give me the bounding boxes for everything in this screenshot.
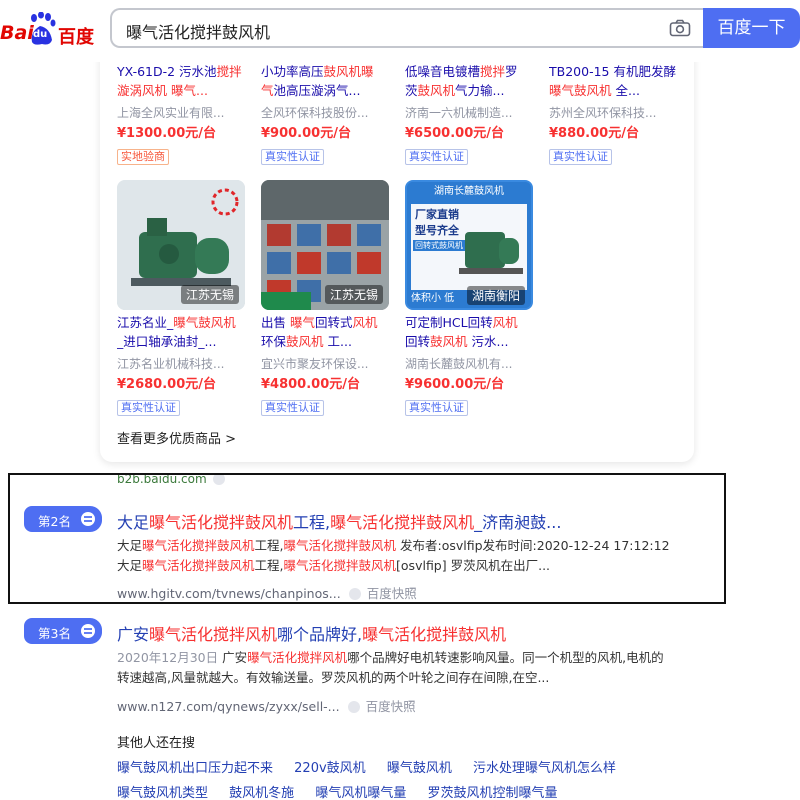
related-row: 曝气鼓风机出口压力起不来 220v鼓风机 曝气鼓风机 污水处理曝气风机怎么样 [117,757,633,776]
result-snippet: 大足曝气活化搅拌鼓风机工程,曝气活化搅拌鼓风机 发布者:osvlfip发布时间:… [117,538,670,553]
product-price: ¥1300.00元/台 [117,126,217,141]
verify-badge: 真实性认证 [117,400,180,416]
search-header: Bai du 百度 曝气活化搅拌鼓风机 百度一下 [0,0,800,62]
product-title[interactable]: 江苏名业_曝气鼓风机 _进口轴承油封_... [117,313,247,353]
verify-badge: 实地验商 [117,149,169,165]
image-text: 厂家直销 [415,208,459,221]
product-company: 上海全风实业有限... [117,106,225,120]
related-row: 曝气鼓风机类型 鼓风机冬施 曝气风机曝气量 罗茨鼓风机控制曝气量 [117,782,574,800]
related-search-link[interactable]: 220v鼓风机 [294,761,366,776]
product-title[interactable]: 出售 曝气回转式风机 环保鼓风机 工... [261,313,391,353]
blower-illustration [459,232,523,274]
product-price: ¥9600.00元/台 [405,377,505,392]
image-text: 回转式鼓风机 [413,240,465,251]
product-item[interactable]: 低噪音电镀槽搅拌罗 茨鼓风机气力输... 济南一六机械制造... ¥6500.00… [405,62,535,165]
product-price: ¥880.00元/台 [549,126,639,141]
product-price: ¥900.00元/台 [261,126,351,141]
product-image[interactable]: 江苏无锡 [117,180,245,310]
product-title[interactable]: TB200-15 有机肥发酵 曝气鼓风机 全... [549,62,679,102]
product-company: 江苏名业机械科技... [117,357,225,371]
product-image[interactable]: 湖南长麓鼓风机 厂家直销 型号齐全 回转式鼓风机 体积小 低 湖南衡阳 [405,180,533,310]
result-url[interactable]: www.hgitv.com/tvnews/chanpinos... 百度快照 [117,583,417,602]
result-url[interactable]: www.n127.com/qynews/zyxx/sell-... 百度快照 [117,696,416,715]
rank-label: 第3名 [38,626,71,641]
related-search-link[interactable]: 鼓风机冬施 [229,786,294,800]
product-company: 全风环保科技股份... [261,106,369,120]
baidu-logo[interactable]: Bai du 百度 [0,10,96,50]
product-item[interactable]: TB200-15 有机肥发酵 曝气鼓风机 全... 苏州全风环保科技... ¥88… [549,62,679,165]
info-icon[interactable] [347,701,360,713]
product-company: 苏州全风环保科技... [549,106,657,120]
related-search-link[interactable]: 罗茨鼓风机控制曝气量 [427,786,557,800]
search-button[interactable]: 百度一下 [703,8,800,48]
location-tag: 江苏无锡 [180,285,239,304]
product-item[interactable]: 小功率高压鼓风机曝 气池高压漩涡气... 全风环保科技股份... ¥900.00元… [261,62,391,165]
product-item[interactable]: 江苏名业_曝气鼓风机 _进口轴承油封_... 江苏名业机械科技... ¥2680.… [117,313,247,416]
snapshot-link[interactable]: 百度快照 [367,586,417,601]
verify-badge: 真实性认证 [405,400,468,416]
product-price: ¥4800.00元/台 [261,377,361,392]
result-title-link[interactable]: 广安曝气活化搅拌风机哪个品牌好,曝气活化搅拌鼓风机 [117,621,506,645]
product-title[interactable]: 低噪音电镀槽搅拌罗 茨鼓风机气力输... [405,62,535,102]
related-searches-title: 其他人还在搜 [117,736,196,751]
camera-icon[interactable] [669,19,691,37]
result-snippet: 2020年12月30日 广安曝气活化搅拌风机哪个品牌好电机转速影响风量。同一个机… [117,650,664,665]
rank-badge: 第3名 [24,617,103,645]
product-company: 湖南长麓鼓风机有... [405,357,513,371]
product-title[interactable]: YX-61D-2 污水池搅拌 漩涡风机 曝气... [117,62,247,102]
page: YX-61D-2 污水池搅拌 漩涡风机 曝气... 上海全风实业有限... ¥13… [0,0,800,800]
verify-badge: 真实性认证 [405,149,468,165]
product-item[interactable]: 出售 曝气回转式风机 环保鼓风机 工... 宜兴市聚友环保设... ¥4800.0… [261,313,391,416]
rank-badge: 第2名 [24,505,103,533]
image-text: 型号齐全 [415,224,459,237]
related-search-link[interactable]: 曝气鼓风机出口压力起不来 [117,761,273,776]
more-products-link[interactable]: 查看更多优质商品 > [117,428,236,447]
snapshot-link[interactable]: 百度快照 [366,699,416,714]
image-banner: 湖南长麓鼓风机 [407,182,531,202]
paw-icon: du [28,11,56,46]
related-search-link[interactable]: 曝气风机曝气量 [315,786,406,800]
product-company: 宜兴市聚友环保设... [261,357,369,371]
verify-badge: 真实性认证 [549,149,612,165]
info-icon[interactable] [348,588,361,600]
location-tag: 江苏无锡 [324,285,383,304]
related-search-link[interactable]: 污水处理曝气风机怎么样 [473,761,616,776]
product-price: ¥2680.00元/台 [117,377,217,392]
search-input[interactable]: 曝气活化搅拌鼓风机 [126,19,270,43]
result-snippet: 转速越高,风量就越大。有效输送量。罗茨风机的两个叶轮之间存在间隙,在空... [117,670,550,685]
verify-badge: 真实性认证 [261,400,324,416]
location-tag: 湖南衡阳 [466,286,525,305]
product-image[interactable]: 江苏无锡 [261,180,389,310]
product-company: 济南一六机械制造... [405,106,513,120]
product-price: ¥6500.00元/台 [405,126,505,141]
result-snippet: 大足曝气活化搅拌鼓风机工程,曝气活化搅拌鼓风机[osvlfip] 罗茨风机在出厂… [117,558,551,573]
verify-badge: 真实性认证 [261,149,324,165]
rank-label: 第2名 [38,514,71,529]
related-search-link[interactable]: 曝气鼓风机 [387,761,452,776]
related-search-link[interactable]: 曝气鼓风机类型 [117,786,208,800]
product-item[interactable]: YX-61D-2 污水池搅拌 漩涡风机 曝气... 上海全风实业有限... ¥13… [117,62,247,165]
product-title[interactable]: 可定制HCL回转风机 回转鼓风机 污水... [405,313,535,353]
product-title[interactable]: 小功率高压鼓风机曝 气池高压漩涡气... [261,62,391,102]
result-title-link[interactable]: 大足曝气活化搅拌鼓风机工程,曝气活化搅拌鼓风机_济南昶鼓... [117,509,561,533]
product-item[interactable]: 可定制HCL回转风机 回转鼓风机 污水... 湖南长麓鼓风机有... ¥9600.… [405,313,535,416]
search-input-box[interactable]: 曝气活化搅拌鼓风机 [110,8,703,48]
